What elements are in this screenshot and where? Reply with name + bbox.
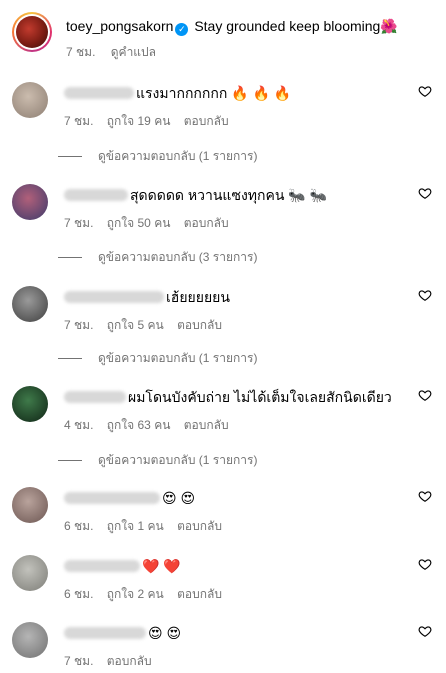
view-replies-button[interactable]: ดูข้อความตอบกลับ (1 รายการ) — [58, 451, 257, 470]
commenter-avatar[interactable] — [12, 487, 48, 523]
author-avatar[interactable] — [12, 12, 52, 52]
caption-line: toey_pongsakorn ✓ Stay grounded keep bloo… — [66, 17, 398, 36]
like-heart-icon[interactable] — [418, 186, 432, 200]
verified-badge-icon: ✓ — [175, 23, 189, 36]
reply-button[interactable]: ตอบกลับ — [177, 318, 222, 332]
commenter-avatar[interactable] — [12, 82, 48, 118]
commenter-username-blurred[interactable] — [64, 391, 126, 403]
comment-emoji: ❤️ ❤️ — [142, 558, 181, 574]
comment-time: 6 ชม. — [64, 519, 94, 533]
view-replies-label: ดูข้อความตอบกลับ (3 รายการ) — [98, 250, 258, 264]
view-replies-label: ดูข้อความตอบกลับ (1 รายการ) — [98, 149, 258, 163]
commenter-username-blurred[interactable] — [64, 87, 134, 99]
comment-emoji: 😍 😍 — [162, 490, 196, 506]
comment-emoji: 😍 😍 — [148, 625, 182, 641]
caption-time: 7 ชม. — [66, 45, 96, 59]
reply-button[interactable]: ตอบกลับ — [177, 519, 222, 533]
commenter-username-blurred[interactable] — [64, 560, 140, 572]
like-heart-icon[interactable] — [418, 84, 432, 98]
reply-button[interactable]: ตอบกลับ — [107, 654, 152, 668]
comment-likes[interactable]: ถูกใจ 63 คน — [107, 418, 171, 432]
like-heart-icon[interactable] — [418, 288, 432, 302]
replies-divider — [58, 156, 82, 158]
commenter-avatar[interactable] — [12, 555, 48, 591]
like-heart-icon[interactable] — [418, 624, 432, 638]
like-heart-icon[interactable] — [418, 489, 432, 503]
comment-emoji: 🐜 🐜 — [288, 187, 328, 203]
comment-text: แรงมากกกกกก — [136, 85, 228, 101]
comment-likes[interactable]: ถูกใจ 1 คน — [107, 519, 164, 533]
replies-divider — [58, 460, 82, 462]
comment-text: ผมโดนบังคับถ่าย ไม่ได้เต็มใจเลยสักนิดเดี… — [128, 389, 392, 405]
replies-divider — [58, 358, 82, 360]
reply-button[interactable]: ตอบกลับ — [184, 216, 229, 230]
comment-text: เฮ้ยยยยยน — [166, 289, 230, 305]
view-replies-button[interactable]: ดูข้อความตอบกลับ (1 รายการ) — [58, 147, 257, 166]
comment-likes[interactable]: ถูกใจ 2 คน — [107, 587, 164, 601]
replies-divider — [58, 257, 82, 259]
caption-emoji: 🌺 — [380, 18, 398, 34]
commenter-avatar[interactable] — [12, 184, 48, 220]
comment-time: 7 ชม. — [64, 654, 94, 668]
comment-time: 7 ชม. — [64, 216, 94, 230]
comment-likes[interactable]: ถูกใจ 50 คน — [107, 216, 171, 230]
post-caption: toey_pongsakorn ✓ Stay grounded keep bloo… — [12, 12, 434, 62]
commenter-username-blurred[interactable] — [64, 291, 164, 303]
view-replies-label: ดูข้อความตอบกลับ (1 รายการ) — [98, 351, 258, 365]
commenter-username-blurred[interactable] — [64, 189, 128, 201]
commenter-avatar[interactable] — [12, 622, 48, 658]
comment-time: 6 ชม. — [64, 587, 94, 601]
commenter-avatar[interactable] — [12, 286, 48, 322]
commenter-username-blurred[interactable] — [64, 492, 160, 504]
view-replies-button[interactable]: ดูข้อความตอบกลับ (3 รายการ) — [58, 248, 257, 267]
view-replies-label: ดูข้อความตอบกลับ (1 รายการ) — [98, 453, 258, 467]
view-replies-button[interactable]: ดูข้อความตอบกลับ (1 รายการ) — [58, 349, 257, 368]
like-heart-icon[interactable] — [418, 388, 432, 402]
commenter-avatar[interactable] — [12, 386, 48, 422]
caption-meta: 7 ชม. ดูคำแปล — [66, 43, 168, 62]
reply-button[interactable]: ตอบกลับ — [177, 587, 222, 601]
comment-time: 7 ชม. — [64, 114, 94, 128]
commenter-username-blurred[interactable] — [64, 627, 146, 639]
comment-time: 7 ชม. — [64, 318, 94, 332]
comment-likes[interactable]: ถูกใจ 19 คน — [107, 114, 171, 128]
comment-text: สุดดดดด หวานแซงทุกคน — [130, 187, 285, 203]
reply-button[interactable]: ตอบกลับ — [184, 114, 229, 128]
author-username[interactable]: toey_pongsakorn — [66, 18, 173, 34]
comment-time: 4 ชม. — [64, 418, 94, 432]
like-heart-icon[interactable] — [418, 557, 432, 571]
see-translation-link[interactable]: ดูคำแปล — [111, 45, 156, 59]
caption-text: Stay grounded keep blooming — [194, 18, 381, 34]
comment-likes[interactable]: ถูกใจ 5 คน — [107, 318, 164, 332]
comment-emoji: 🔥 🔥 🔥 — [231, 85, 292, 101]
reply-button[interactable]: ตอบกลับ — [184, 418, 229, 432]
